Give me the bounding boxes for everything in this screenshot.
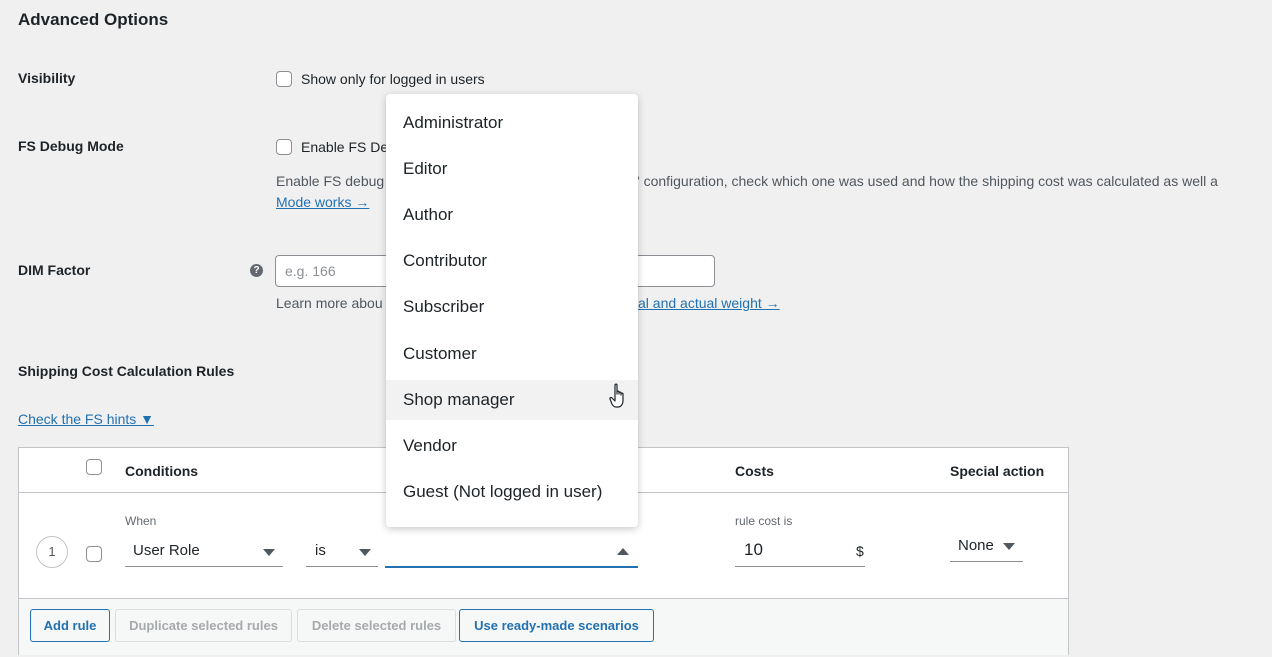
delete-rules-button[interactable]: Delete selected rules <box>297 609 456 642</box>
special-action-select[interactable]: None <box>950 537 1023 562</box>
option-author[interactable]: Author <box>386 195 638 235</box>
header-costs: Costs <box>735 463 774 479</box>
when-label: When <box>125 514 157 528</box>
option-customer[interactable]: Customer <box>386 334 638 374</box>
option-shop-manager[interactable]: Shop manager <box>386 380 638 420</box>
add-rule-button[interactable]: Add rule <box>30 609 110 642</box>
debug-description-end: s' configuration, check which one was us… <box>630 173 1218 189</box>
header-special-action: Special action <box>950 463 1045 479</box>
option-editor[interactable]: Editor <box>386 149 638 189</box>
user-role-dropdown: Administrator Editor Author Contributor … <box>386 94 638 527</box>
operator-select-value: is <box>315 542 326 559</box>
value-multiselect[interactable] <box>385 542 638 568</box>
operator-select[interactable]: is <box>306 542 378 567</box>
header-conditions: Conditions <box>125 463 199 479</box>
dim-factor-label: DIM Factor <box>18 262 91 278</box>
rule-cost-value: 10 <box>744 540 763 559</box>
currency-symbol: $ <box>856 543 864 559</box>
rule-checkbox[interactable] <box>86 546 102 562</box>
rules-title: Shipping Cost Calculation Rules <box>18 363 235 379</box>
condition-select-value: User Role <box>133 542 200 559</box>
visibility-checkbox-label[interactable]: Show only for logged in users <box>301 71 485 87</box>
rule-number-badge: 1 <box>36 536 68 568</box>
option-subscriber[interactable]: Subscriber <box>386 287 638 327</box>
special-action-value: None <box>958 537 994 554</box>
ready-made-scenarios-button[interactable]: Use ready-made scenarios <box>459 609 654 642</box>
debug-mode-link[interactable]: Mode works → <box>276 194 369 210</box>
rule-cost-label: rule cost is <box>735 514 793 528</box>
duplicate-rules-button[interactable]: Duplicate selected rules <box>115 609 292 642</box>
visibility-checkbox[interactable] <box>276 71 292 87</box>
debug-description-start: Enable FS debug <box>276 173 385 189</box>
question-icon[interactable]: ? <box>250 264 263 277</box>
debug-checkbox[interactable] <box>276 139 292 155</box>
dim-learn-link[interactable]: al and actual weight → <box>638 295 780 311</box>
chevron-down-icon <box>359 549 371 556</box>
option-vendor[interactable]: Vendor <box>386 426 638 466</box>
debug-label: FS Debug Mode <box>18 138 124 154</box>
section-title: Advanced Options <box>18 10 169 29</box>
dim-learn-text: Learn more abou <box>276 295 383 311</box>
option-contributor[interactable]: Contributor <box>386 241 638 281</box>
hand-cursor-icon <box>609 383 624 408</box>
fs-hints-link[interactable]: Check the FS hints ▼ <box>18 411 154 427</box>
option-guest[interactable]: Guest (Not logged in user) <box>386 472 638 512</box>
rule-cost-input[interactable]: 10 $ <box>735 540 865 567</box>
condition-select[interactable]: User Role <box>125 542 283 567</box>
select-all-checkbox[interactable] <box>86 459 102 475</box>
chevron-down-icon <box>263 549 275 556</box>
visibility-label: Visibility <box>18 70 76 86</box>
option-administrator[interactable]: Administrator <box>386 103 638 143</box>
chevron-down-icon <box>1003 543 1015 550</box>
chevron-up-icon <box>617 548 629 555</box>
debug-checkbox-label[interactable]: Enable FS De <box>301 139 388 155</box>
